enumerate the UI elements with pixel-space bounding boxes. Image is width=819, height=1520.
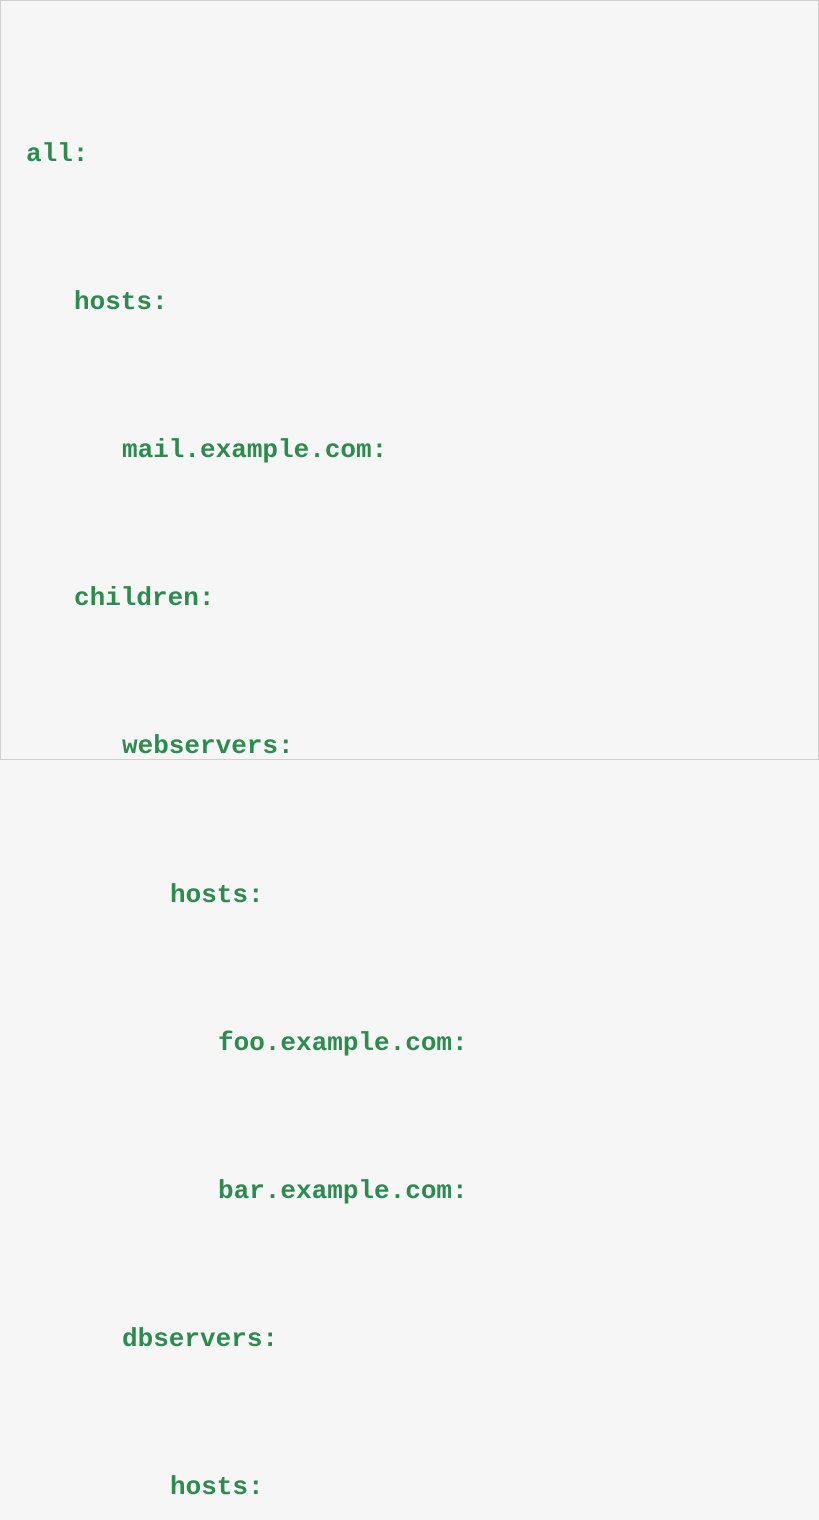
code-line: hosts:	[26, 278, 793, 327]
code-line: hosts:	[26, 1463, 793, 1512]
code-line: bar.example.com:	[26, 1167, 793, 1216]
code-line: hosts:	[26, 871, 793, 920]
code-line: dbservers:	[26, 1315, 793, 1364]
code-line: mail.example.com:	[26, 426, 793, 475]
code-line: all:	[26, 130, 793, 179]
code-line: foo.example.com:	[26, 1019, 793, 1068]
code-line: webservers:	[26, 722, 793, 771]
yaml-code-block: all: hosts: mail.example.com: children: …	[26, 31, 793, 1520]
code-line: children:	[26, 574, 793, 623]
